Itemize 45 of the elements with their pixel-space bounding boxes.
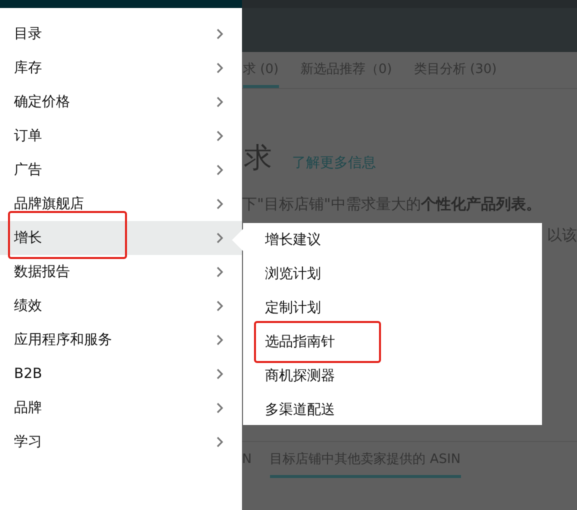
menu-item-label: 确定价格: [14, 93, 70, 111]
submenu-item[interactable]: 增长建议: [243, 223, 542, 257]
submenu-item[interactable]: 浏览计划: [243, 257, 542, 291]
chevron-icon: [216, 266, 224, 278]
menu-item[interactable]: 应用程序和服务: [0, 323, 242, 357]
menu-item-label: 学习: [14, 433, 42, 451]
chevron-icon: [216, 402, 224, 414]
chevron-icon: [216, 300, 224, 312]
menu-item[interactable]: 确定价格: [0, 85, 242, 119]
menu-item-label: 广告: [14, 161, 42, 179]
menu-item-label: 应用程序和服务: [14, 331, 112, 349]
menu-item[interactable]: 绩效: [0, 289, 242, 323]
submenu-item[interactable]: 选品指南针: [243, 325, 542, 359]
menu-item[interactable]: 学习: [0, 425, 242, 459]
chevron-icon: [216, 334, 224, 346]
menu-item-label: 订单: [14, 127, 42, 145]
chevron-icon: [216, 232, 224, 244]
menu-item-label: 绩效: [14, 297, 42, 315]
menu-item-label: 库存: [14, 59, 42, 77]
chevron-icon: [216, 28, 224, 40]
menu-item[interactable]: B2B: [0, 357, 242, 391]
menu-item[interactable]: 品牌: [0, 391, 242, 425]
menu-item-label: 品牌: [14, 399, 42, 417]
chevron-icon: [216, 130, 224, 142]
menu-item-label: B2B: [14, 366, 42, 382]
menu-item[interactable]: 目录: [0, 17, 242, 51]
menu-item-label: 增长: [14, 229, 42, 247]
menu-item[interactable]: 品牌旗舰店: [0, 187, 242, 221]
menu-item[interactable]: 订单: [0, 119, 242, 153]
submenu-item[interactable]: 商机探测器: [243, 359, 542, 393]
chevron-icon: [216, 436, 224, 448]
menu-item[interactable]: 增长: [0, 221, 242, 255]
menu-item-label: 目录: [14, 25, 42, 43]
menu-item-label: 品牌旗舰店: [14, 195, 84, 213]
menu-item-label: 数据报告: [14, 263, 70, 281]
submenu-item[interactable]: 定制计划: [243, 291, 542, 325]
menu-item[interactable]: 库存: [0, 51, 242, 85]
chevron-icon: [216, 368, 224, 380]
submenu-item[interactable]: 多渠道配送: [243, 393, 542, 427]
chevron-icon: [216, 198, 224, 210]
chevron-icon: [216, 96, 224, 108]
menu-item[interactable]: 广告: [0, 153, 242, 187]
chevron-icon: [216, 164, 224, 176]
chevron-icon: [216, 62, 224, 74]
menu-item[interactable]: 数据报告: [0, 255, 242, 289]
